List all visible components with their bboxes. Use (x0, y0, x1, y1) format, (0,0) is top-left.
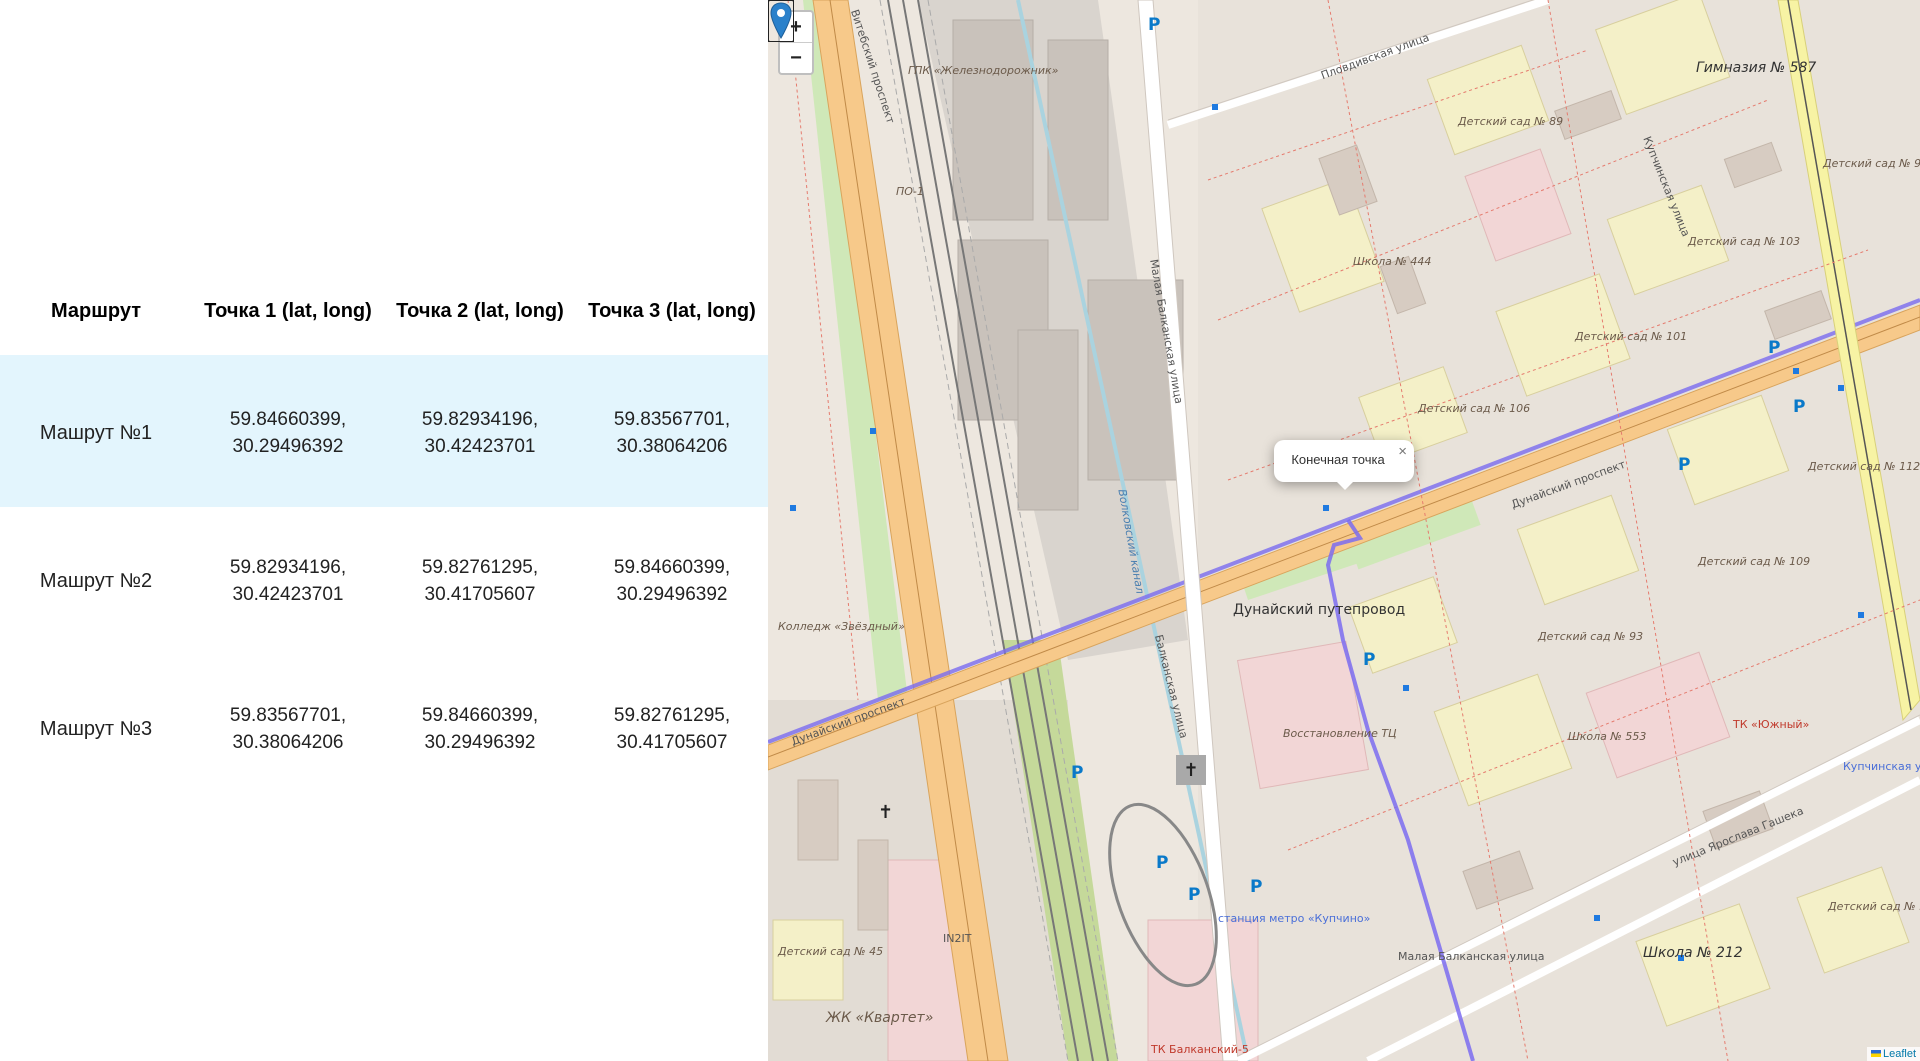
map-tiles[interactable]: ✝ ✝ P P P P P P P P P (768, 0, 1920, 1061)
map-view[interactable]: ✝ ✝ P P P P P P P P P Витебский проспект… (768, 0, 1920, 1061)
map-label: Детский сад № 106 (1418, 402, 1531, 415)
map-label: ЖК «Квартет» (826, 1010, 934, 1026)
header-point-3: Точка 3 (lat, long) (576, 271, 768, 355)
route-name: Машрут №3 (39, 717, 153, 740)
map-label: ТК «Южный» (1733, 718, 1810, 731)
map-label: Детский сад № 93 (1538, 630, 1644, 643)
map-label: Детский сад № 103 (1688, 235, 1801, 248)
latitude: 59.82761295, (421, 557, 539, 578)
longitude: 30.29496392 (616, 584, 728, 605)
popup-tip (1336, 481, 1354, 490)
map-label: Гимназия № 587 (1696, 60, 1817, 76)
map-label: IN2IT (943, 932, 972, 945)
map-label: Детский сад № 101 (1575, 330, 1688, 343)
svg-text:P: P (1188, 885, 1200, 905)
svg-text:P: P (1156, 853, 1168, 873)
map-label: Купчинская улица (1843, 760, 1920, 773)
svg-text:P: P (1250, 877, 1262, 897)
map-label: Детский сад № 89 (1458, 115, 1564, 128)
point-1-cell: 59.84660399, 30.29496392 (192, 355, 384, 507)
map-label: ГПК «Железнодорожник» (908, 64, 1059, 77)
longitude: 30.29496392 (424, 732, 536, 753)
point-2-cell: 59.82761295, 30.41705607 (384, 507, 576, 655)
map-label: Детский сад № 93 (1823, 157, 1920, 170)
table-row[interactable]: Машрут №2 59.82934196, 30.42423701 59.827… (0, 507, 768, 655)
route-name: Машрут №2 (39, 569, 153, 592)
map-label: Колледж «Звёздный» (778, 620, 905, 633)
table-row[interactable]: Машрут №1 59.84660399, 30.29496392 59.829… (0, 355, 768, 507)
popup-close-button[interactable]: × (1398, 443, 1407, 460)
map-label: Дунайский путепровод (1233, 602, 1406, 618)
table-header-row: Маршрут Точка 1 (lat, long) Точка 2 (lat… (0, 271, 768, 355)
map-label: Детский сад № 109 (1698, 555, 1811, 568)
svg-text:P: P (1768, 338, 1780, 358)
map-label: Малая Балканская улица (1398, 950, 1545, 963)
map-label: Детский сад № 99 (1828, 900, 1920, 913)
longitude: 30.41705607 (616, 732, 728, 753)
map-label: ТК Балканский-5 (1151, 1043, 1249, 1056)
flag-icon (1870, 1050, 1881, 1057)
latitude: 59.84660399, (229, 409, 347, 430)
map-label: Восстановление ТЦ (1283, 727, 1397, 740)
route-name: Машрут №1 (0, 355, 192, 507)
svg-text:P: P (1793, 397, 1805, 417)
svg-text:P: P (1678, 455, 1690, 475)
routes-panel: Маршрут Точка 1 (lat, long) Точка 2 (lat… (0, 0, 768, 1061)
longitude: 30.38064206 (616, 436, 728, 457)
latitude: 59.82934196, (421, 409, 539, 430)
table-row[interactable]: Машрут №3 59.83567701, 30.38064206 59.846… (0, 655, 768, 803)
map-label: Детский сад № 112 (1808, 460, 1920, 473)
point-3-cell: 59.83567701, 30.38064206 (576, 355, 768, 507)
svg-text:✝: ✝ (1183, 760, 1198, 780)
latitude: 59.84660399, (613, 557, 731, 578)
point-3-cell: 59.84660399, 30.29496392 (576, 507, 768, 655)
svg-text:✝: ✝ (878, 802, 893, 822)
point-2-cell: 59.84660399, 30.29496392 (384, 655, 576, 803)
zoom-out-button[interactable]: − (780, 42, 812, 73)
marker-popup: Конечная точка × (1274, 440, 1414, 490)
svg-text:P: P (1363, 650, 1375, 670)
svg-text:P: P (1071, 763, 1083, 783)
svg-text:P: P (1148, 15, 1160, 35)
header-route: Маршрут (0, 271, 192, 355)
point-2-cell: 59.82934196, 30.42423701 (384, 355, 576, 507)
latitude: 59.82934196, (229, 557, 347, 578)
map-label: Школа № 212 (1643, 945, 1743, 961)
attribution-link[interactable]: Leaflet (1883, 1048, 1916, 1060)
header-point-2: Точка 2 (lat, long) (384, 271, 576, 355)
map-label: Школа № 553 (1568, 730, 1647, 743)
popup-text: Конечная точка (1291, 452, 1385, 467)
map-label: Детский сад № 45 (778, 945, 884, 958)
map-label: ПО-1 (896, 185, 924, 198)
latitude: 59.82761295, (613, 705, 731, 726)
latitude: 59.83567701, (613, 409, 731, 430)
point-3-cell: 59.82761295, 30.41705607 (576, 655, 768, 803)
routes-table: Маршрут Точка 1 (lat, long) Точка 2 (lat… (0, 271, 768, 803)
latitude: 59.84660399, (421, 705, 539, 726)
map-attribution[interactable]: Leaflet (1866, 1047, 1920, 1061)
longitude: 30.41705607 (424, 584, 536, 605)
longitude: 30.42423701 (232, 584, 344, 605)
longitude: 30.38064206 (232, 732, 344, 753)
point-1-cell: 59.82934196, 30.42423701 (192, 507, 384, 655)
longitude: 30.29496392 (232, 436, 344, 457)
map-marker-icon[interactable] (768, 0, 794, 42)
map-label: Школа № 444 (1353, 255, 1432, 268)
latitude: 59.83567701, (229, 705, 347, 726)
longitude: 30.42423701 (424, 436, 536, 457)
point-1-cell: 59.83567701, 30.38064206 (192, 655, 384, 803)
header-point-1: Точка 1 (lat, long) (192, 271, 384, 355)
map-label: станция метро «Купчино» (1218, 912, 1371, 925)
